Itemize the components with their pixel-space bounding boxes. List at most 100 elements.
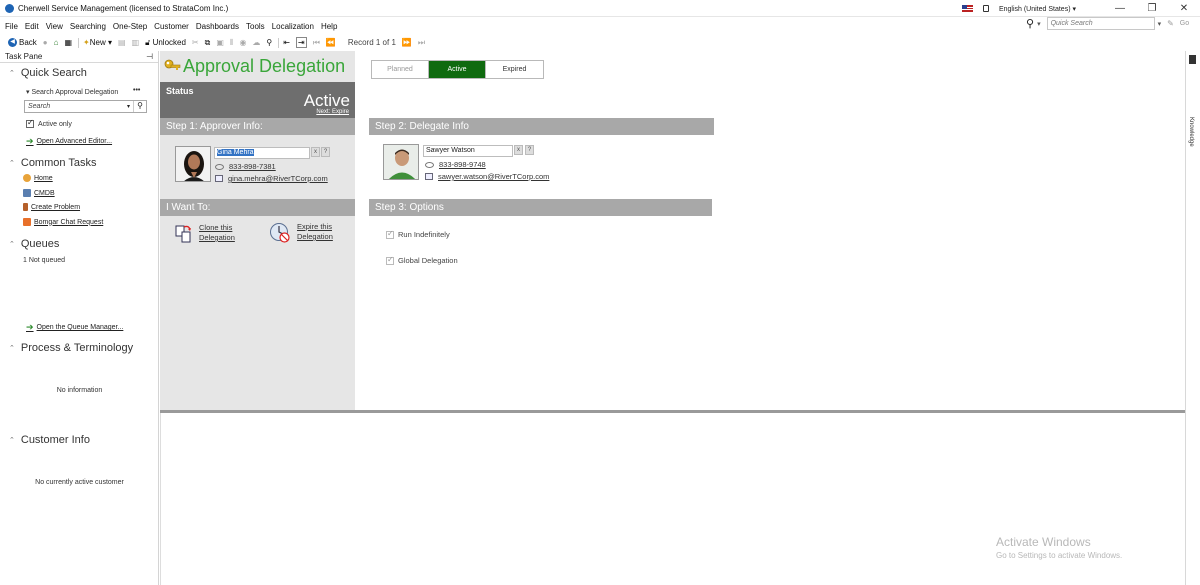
eye-icon[interactable]: ◉	[239, 38, 246, 47]
home-icon[interactable]: ⌂	[54, 38, 59, 47]
checkbox[interactable]	[386, 229, 394, 239]
more-options-icon[interactable]: •••	[133, 87, 140, 94]
expire-icon[interactable]	[269, 222, 291, 244]
common-task-create-problem[interactable]: Create Problem	[23, 203, 80, 211]
delegate-phone[interactable]: 833-898-9748	[425, 160, 486, 169]
status-tabs: Planned Active Expired	[371, 60, 544, 79]
quick-search-input[interactable]: Quick Search	[1046, 17, 1155, 30]
queues-section-header[interactable]: ⌃ Queues	[9, 238, 59, 250]
checkbox[interactable]	[26, 118, 34, 128]
layout-right-icon[interactable]: ⇥	[295, 37, 307, 48]
tab-active[interactable]: Active	[429, 61, 486, 78]
common-task-cmdb[interactable]: CMDB	[23, 189, 55, 197]
menu-dashboards[interactable]: Dashboards	[196, 22, 239, 31]
close-button[interactable]: ✕	[1168, 3, 1200, 14]
search-scope-label: Search Approval Delegation	[31, 89, 119, 96]
us-flag-icon[interactable]	[961, 5, 973, 12]
delegate-name-field[interactable]: Sawyer Watson	[423, 145, 513, 157]
layout-left-icon[interactable]: ⇤	[283, 38, 290, 47]
search-scope-dropdown-icon[interactable]: ▾	[1037, 20, 1041, 28]
search-icon[interactable]: ⚲	[133, 101, 146, 112]
last-record-icon[interactable]: ⏭	[418, 38, 425, 48]
approver-name-field[interactable]: Gina Mehra	[214, 147, 310, 159]
clear-delegate-button[interactable]: x	[514, 145, 523, 155]
phone-icon	[215, 163, 224, 170]
step1-header: Step 1: Approver Info:	[160, 118, 355, 135]
window-title: Cherwell Service Management (licensed to…	[18, 3, 229, 13]
i-want-to-header: I Want To:	[160, 199, 355, 216]
columns-icon[interactable]: ⦀	[230, 38, 234, 48]
title-bar: Cherwell Service Management (licensed to…	[0, 0, 1200, 17]
open-advanced-editor-link[interactable]: ➔ Open Advanced Editor...	[26, 136, 112, 147]
knowledge-tab[interactable]: Knowledge	[1188, 117, 1194, 147]
restore-button[interactable]: ❐	[1136, 3, 1168, 14]
delete-icon[interactable]: ▥	[132, 38, 140, 47]
copy-icon[interactable]: ⧉	[205, 38, 211, 48]
new-icon: ✦	[83, 38, 90, 47]
common-task-label: Create Problem	[31, 203, 81, 211]
clone-delegation-link[interactable]: Clone this Delegation	[199, 223, 235, 243]
active-only-checkbox[interactable]: Active only	[26, 118, 72, 128]
back-button[interactable]: ◀ Back	[8, 38, 37, 47]
cut-icon[interactable]: ✂	[192, 38, 199, 47]
wrench-icon[interactable]: ✎	[1167, 19, 1174, 28]
menu-view[interactable]: View	[46, 22, 63, 31]
title-bar-right: English (United States) ▾ — ❐ ✕	[961, 0, 1200, 17]
next-record-icon[interactable]: ⏩	[402, 38, 412, 47]
quick-search-dropdown-icon[interactable]: ▾	[1158, 20, 1162, 28]
first-record-icon[interactable]: ⏮	[313, 38, 320, 48]
task-pane-search-field[interactable]: Search ▾ ⚲	[24, 100, 147, 113]
lock-icon[interactable]	[982, 5, 989, 12]
search-scope-dropdown[interactable]: ▾ Search Approval Delegation	[26, 88, 118, 96]
clone-line1: Clone this	[199, 223, 233, 232]
global-delegation-option[interactable]: Global Delegation	[386, 255, 458, 265]
process-section-header[interactable]: ⌃ Process & Terminology	[9, 342, 133, 354]
common-tasks-title: Common Tasks	[20, 157, 97, 169]
go-button[interactable]: Go	[1180, 20, 1189, 27]
clone-icon[interactable]	[175, 223, 193, 243]
save-icon[interactable]: ▤	[118, 38, 126, 47]
new-button[interactable]: ✦ New ▾	[83, 38, 112, 47]
common-tasks-section-header[interactable]: ⌃ Common Tasks	[9, 157, 96, 169]
grid-icon[interactable]: ▦	[64, 38, 72, 47]
clone-line2: Delegation	[199, 233, 235, 242]
unlocked-button[interactable]: 🔓︎ Unlocked	[145, 38, 186, 48]
approver-email[interactable]: gina.mehra@RiverTCorp.com	[215, 174, 328, 183]
common-task-home[interactable]: Home	[23, 174, 53, 182]
menu-file[interactable]: File	[5, 22, 18, 31]
delegate-email[interactable]: sawyer.watson@RiverTCorp.com	[425, 172, 549, 181]
paste-icon[interactable]: ▣	[216, 38, 224, 47]
menu-searching[interactable]: Searching	[70, 22, 106, 31]
menu-edit[interactable]: Edit	[25, 22, 39, 31]
menu-customer[interactable]: Customer	[154, 22, 189, 31]
expire-delegation-link[interactable]: Expire this Delegation	[297, 222, 333, 242]
cloud-icon[interactable]: ☁	[252, 38, 260, 47]
menu-one-step[interactable]: One-Step	[113, 22, 147, 31]
pin-icon[interactable]: ⊣	[146, 52, 153, 61]
forward-icon[interactable]: ●	[43, 38, 48, 47]
menu-tools[interactable]: Tools	[246, 22, 265, 31]
menu-localization[interactable]: Localization	[272, 22, 314, 31]
tab-expired[interactable]: Expired	[486, 61, 543, 78]
common-task-bomgar-chat[interactable]: Bomgar Chat Request	[23, 218, 103, 226]
run-indefinitely-option[interactable]: Run Indefinitely	[386, 229, 450, 239]
language-selector[interactable]: English (United States) ▾	[999, 5, 1076, 13]
open-queue-manager-link[interactable]: ➔ Open the Queue Manager...	[26, 322, 123, 333]
search-dropdown-icon[interactable]: ▾	[127, 103, 130, 110]
find-icon[interactable]: ⚲	[266, 38, 272, 47]
approver-avatar	[175, 146, 211, 182]
customer-info-section-header[interactable]: ⌃ Customer Info	[9, 434, 90, 446]
minimize-button[interactable]: —	[1104, 3, 1136, 14]
pin-icon[interactable]	[1189, 55, 1196, 64]
quick-search-section-header[interactable]: ⌃ Quick Search	[9, 67, 87, 79]
checkbox[interactable]	[386, 255, 394, 265]
tab-planned[interactable]: Planned	[372, 61, 429, 78]
menu-help[interactable]: Help	[321, 22, 337, 31]
clear-approver-button[interactable]: x	[311, 147, 320, 157]
lookup-delegate-button[interactable]: ?	[525, 145, 534, 155]
search-icon[interactable]: ⚲	[1026, 17, 1034, 30]
approver-phone[interactable]: 833-898-7381	[215, 162, 276, 171]
prev-record-icon[interactable]: ⏪	[326, 38, 336, 47]
next-expire-link[interactable]: Next: Expire	[316, 109, 349, 115]
lookup-approver-button[interactable]: ?	[321, 147, 330, 157]
